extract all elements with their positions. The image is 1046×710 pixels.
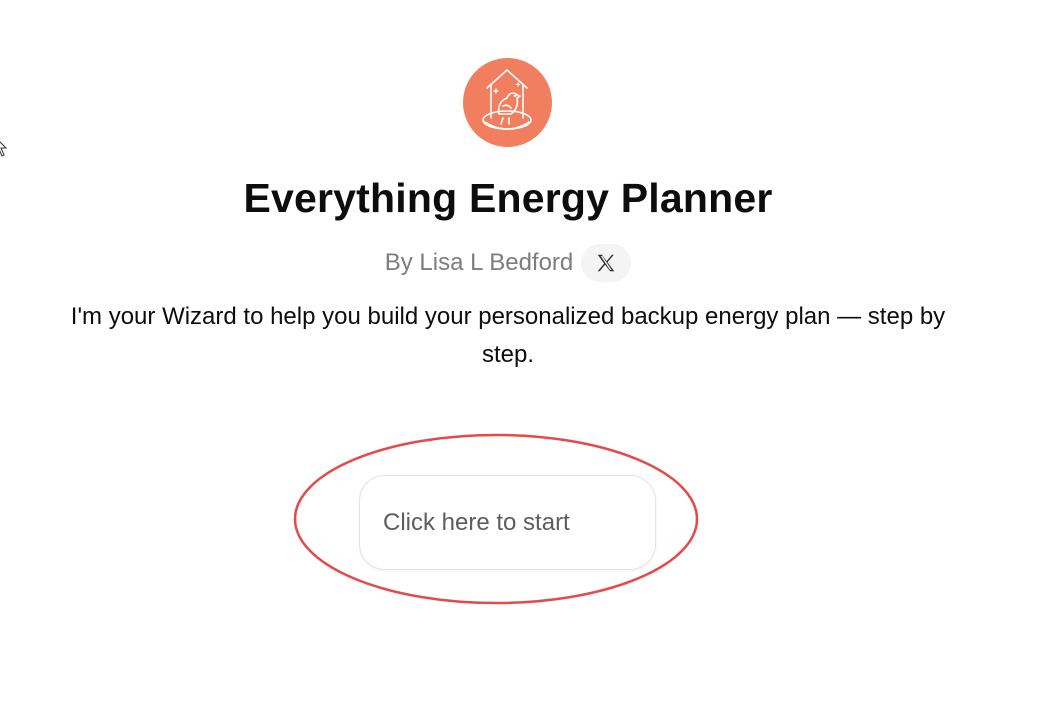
birdhouse-icon <box>463 58 552 147</box>
mouse-cursor-icon <box>0 141 8 157</box>
x-logo-icon[interactable] <box>581 244 632 282</box>
byline: By Lisa L Bedford <box>0 244 1016 282</box>
page-title: Everything Energy Planner <box>243 175 773 221</box>
start-button-label: Click here to start <box>383 508 570 536</box>
author-name: By Lisa L Bedford <box>384 249 574 276</box>
start-button[interactable]: Click here to start <box>359 475 656 570</box>
intro-description: I'm your Wizard to help you build your p… <box>70 303 946 368</box>
gpt-landing-page: Everything Energy Planner By Lisa L Bedf… <box>0 0 1046 710</box>
